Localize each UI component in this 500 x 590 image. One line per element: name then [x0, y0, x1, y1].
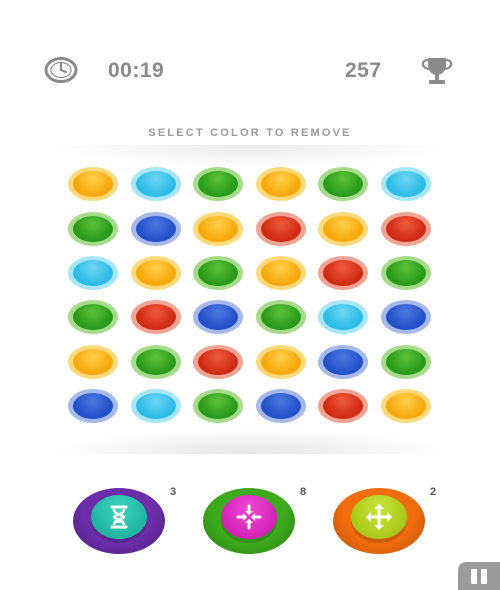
dot-orange[interactable]	[318, 212, 368, 246]
dot-orange[interactable]	[256, 345, 306, 379]
dot-core	[386, 216, 426, 242]
powerup-shrink-button[interactable]	[203, 482, 295, 558]
dot-green[interactable]	[318, 167, 368, 201]
dot-green[interactable]	[68, 212, 118, 246]
dot-core	[261, 260, 301, 286]
dot-core	[261, 393, 301, 419]
dot-core	[323, 171, 363, 197]
dot-green[interactable]	[256, 300, 306, 334]
powerup-expand-button[interactable]	[333, 482, 425, 558]
powerup-shrink-count: 8	[300, 486, 307, 498]
dot-blue[interactable]	[131, 212, 181, 246]
dot-core	[136, 216, 176, 242]
shrink-icon	[234, 502, 264, 537]
powerup-hourglass-count: 3	[170, 486, 177, 498]
powerup-hourglass-button[interactable]	[73, 482, 165, 558]
dot-core	[323, 349, 363, 375]
dot-core	[73, 393, 113, 419]
dot-core	[323, 260, 363, 286]
dot-core	[136, 393, 176, 419]
dot-green[interactable]	[68, 300, 118, 334]
dot-red[interactable]	[318, 256, 368, 290]
dot-blue[interactable]	[318, 345, 368, 379]
dot-blue[interactable]	[193, 300, 243, 334]
dot-core	[198, 393, 238, 419]
dot-red[interactable]	[318, 389, 368, 423]
dot-core	[261, 304, 301, 330]
dot-green[interactable]	[193, 167, 243, 201]
dot-core	[261, 171, 301, 197]
dot-core	[386, 393, 426, 419]
dot-orange[interactable]	[131, 256, 181, 290]
dot-green[interactable]	[193, 389, 243, 423]
dot-cyan[interactable]	[68, 256, 118, 290]
dot-core	[323, 216, 363, 242]
dot-red[interactable]	[256, 212, 306, 246]
dot-core	[73, 171, 113, 197]
dot-core	[198, 349, 238, 375]
dot-core	[198, 171, 238, 197]
pause-icon-bar-right	[481, 569, 487, 584]
dot-orange[interactable]	[256, 256, 306, 290]
dot-core	[386, 304, 426, 330]
powerup-expand-count: 2	[430, 486, 437, 498]
dot-core	[261, 216, 301, 242]
dot-core	[386, 349, 426, 375]
dot-orange[interactable]	[193, 212, 243, 246]
dot-core	[323, 304, 363, 330]
dot-red[interactable]	[131, 300, 181, 334]
dot-orange[interactable]	[68, 167, 118, 201]
dot-core	[261, 349, 301, 375]
dot-cyan[interactable]	[131, 167, 181, 201]
dot-red[interactable]	[381, 212, 431, 246]
dot-cyan[interactable]	[131, 389, 181, 423]
dot-core	[73, 260, 113, 286]
dot-core	[198, 216, 238, 242]
dot-green[interactable]	[381, 345, 431, 379]
dot-core	[136, 349, 176, 375]
dot-core	[198, 260, 238, 286]
pause-icon-bar-left	[471, 569, 477, 584]
dot-red[interactable]	[193, 345, 243, 379]
dot-core	[386, 260, 426, 286]
dot-core	[198, 304, 238, 330]
dot-green[interactable]	[381, 256, 431, 290]
dot-blue[interactable]	[381, 300, 431, 334]
dot-green[interactable]	[193, 256, 243, 290]
dot-core	[73, 349, 113, 375]
dot-orange[interactable]	[381, 389, 431, 423]
dot-cyan[interactable]	[318, 300, 368, 334]
dot-core	[73, 216, 113, 242]
dot-blue[interactable]	[256, 389, 306, 423]
dot-cyan[interactable]	[381, 167, 431, 201]
dot-core	[386, 171, 426, 197]
dot-core	[136, 260, 176, 286]
dot-core	[136, 304, 176, 330]
dot-core	[136, 171, 176, 197]
expand-icon	[364, 502, 394, 537]
dot-green[interactable]	[131, 345, 181, 379]
pause-button[interactable]	[458, 562, 500, 590]
dot-core	[323, 393, 363, 419]
dot-core	[73, 304, 113, 330]
dot-orange[interactable]	[256, 167, 306, 201]
hourglass-icon	[104, 502, 134, 537]
dot-orange[interactable]	[68, 345, 118, 379]
dot-blue[interactable]	[68, 389, 118, 423]
